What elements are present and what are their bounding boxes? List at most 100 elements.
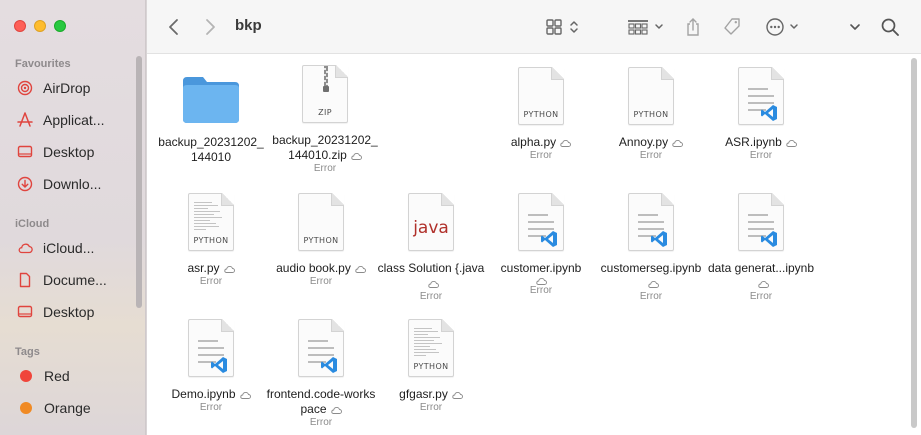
orange-tag-icon: [20, 402, 32, 414]
sidebar-item-tag-red[interactable]: Red: [16, 365, 140, 387]
file-item[interactable]: PYTHON alpha.py Error: [486, 67, 596, 162]
file-name: gfgasr.py: [376, 387, 486, 402]
sidebar-scrollbar[interactable]: [136, 56, 142, 308]
back-button[interactable]: [167, 16, 181, 38]
sidebar-item-airdrop[interactable]: AirDrop: [16, 77, 140, 99]
sidebar-item-tag-orange[interactable]: Orange: [16, 397, 140, 419]
file-item[interactable]: PYTHON audio book.py Error: [266, 193, 376, 288]
file-status: Error: [309, 417, 333, 428]
file-item[interactable]: customerseg.ipynb Error: [596, 193, 706, 303]
cloud-icon: [452, 391, 463, 399]
window-title: bkp: [235, 17, 262, 34]
file-item[interactable]: PYTHON asr.py Error: [156, 193, 266, 288]
sidebar-item-downloads[interactable]: Downlo...: [16, 173, 140, 195]
file-name: audio book.py: [266, 261, 376, 276]
view-mode-button[interactable]: [545, 16, 580, 38]
chevron-down-icon: [655, 24, 663, 29]
chevron-down-icon: [850, 24, 860, 30]
file-status: Error: [199, 276, 223, 287]
sidebar-item-label: AirDrop: [43, 80, 91, 96]
sidebar-item-label: Docume...: [43, 272, 107, 288]
cloud-icon: [560, 139, 572, 147]
vscode-icon: [211, 357, 227, 373]
python-file-icon: PYTHON: [401, 319, 461, 381]
file-name: backup_20231202_144010.zip: [272, 133, 378, 162]
file-type-label: PYTHON: [303, 236, 339, 245]
file-name: backup_20231202_144010: [158, 135, 264, 164]
applications-icon: [16, 111, 34, 129]
file-name: class Solution {.java: [376, 261, 486, 291]
cloud-icon: [786, 139, 797, 147]
sidebar-item-label: Desktop: [43, 304, 95, 320]
python-file-icon: PYTHON: [181, 193, 241, 255]
sidebar-item-applications[interactable]: Applicat...: [16, 109, 140, 131]
file-item[interactable]: data generat...ipynb Error: [706, 193, 816, 303]
file-status: Error: [529, 285, 553, 296]
file-status: Error: [309, 276, 333, 287]
forward-button[interactable]: [203, 16, 217, 38]
file-type-label: java: [413, 218, 449, 238]
chevron-left-icon: [169, 19, 178, 35]
python-file-icon: PYTHON: [621, 67, 681, 129]
file-item[interactable]: frontend.code-workspace Error: [266, 319, 376, 429]
more-actions-button[interactable]: [765, 16, 800, 38]
file-item[interactable]: ASR.ipynb Error: [706, 67, 816, 162]
file-grid: backup_20231202_144010 ZIP backup_202312…: [147, 55, 921, 435]
sidebar-item-label: Red: [44, 368, 70, 384]
file-item[interactable]: backup_20231202_144010: [156, 67, 266, 165]
file-status: Error: [419, 402, 443, 413]
file-item[interactable]: Demo.ipynb Error: [156, 319, 266, 414]
sidebar-item-desktop[interactable]: Desktop: [16, 141, 140, 163]
file-name: frontend.code-workspace: [266, 387, 376, 416]
minimize-window-button[interactable]: [34, 20, 46, 32]
sidebar-item-icloud-drive[interactable]: iCloud...: [16, 237, 140, 259]
file-status: Error: [749, 150, 773, 161]
file-item[interactable]: java class Solution {.java Error: [376, 193, 486, 303]
cloud-icon: [351, 152, 362, 160]
group-button[interactable]: [627, 16, 665, 38]
cloud-icon: [672, 139, 684, 147]
content-scrollbar[interactable]: [911, 58, 917, 428]
share-button[interactable]: [684, 16, 702, 38]
window-controls: [14, 20, 66, 32]
search-button[interactable]: [880, 16, 900, 38]
file-status: Error: [639, 150, 663, 161]
notebook-file-icon: [731, 67, 791, 129]
python-file-icon: PYTHON: [291, 193, 351, 255]
sidebar-item-label: Applicat...: [43, 112, 105, 128]
file-name: ASR.ipynb: [706, 135, 816, 150]
cloud-icon: [757, 280, 769, 288]
cloud-icon: [239, 391, 251, 399]
vscode-icon: [541, 231, 557, 247]
sidebar: Favourites AirDrop Applicat... Desktop D…: [0, 0, 146, 435]
icloud-heading: iCloud: [15, 218, 50, 230]
file-status: Error: [749, 291, 773, 302]
toolbar-overflow-button[interactable]: [849, 16, 861, 38]
vscode-icon: [651, 231, 667, 247]
sidebar-item-label: iCloud...: [43, 240, 95, 256]
search-icon: [881, 18, 899, 36]
vscode-icon: [761, 105, 777, 121]
folder-icon: [181, 67, 241, 129]
sidebar-item-icloud-desktop[interactable]: Desktop: [16, 301, 140, 323]
zoom-window-button[interactable]: [54, 20, 66, 32]
chevron-down-icon: [790, 24, 798, 29]
icon-view-icon: [546, 19, 562, 35]
share-icon: [687, 18, 699, 36]
tags-button[interactable]: [722, 16, 742, 38]
notebook-file-icon: [181, 319, 241, 381]
file-name: customerseg.ipynb: [596, 261, 706, 291]
sidebar-item-documents[interactable]: Docume...: [16, 269, 140, 291]
cloud-icon: [427, 280, 439, 288]
group-icon: [628, 20, 648, 35]
file-item[interactable]: customer.ipynb Error: [486, 193, 596, 297]
cloud-icon: [536, 278, 547, 285]
cloud-icon: [223, 265, 235, 273]
notebook-file-icon: [621, 193, 681, 255]
close-window-button[interactable]: [14, 20, 26, 32]
file-item[interactable]: PYTHON Annoy.py Error: [596, 67, 706, 162]
file-item[interactable]: ZIP backup_20231202_144010.zip Error: [270, 65, 380, 175]
file-status: Error: [639, 291, 663, 302]
vscode-icon: [321, 357, 337, 373]
file-item[interactable]: PYTHON gfgasr.py Error: [376, 319, 486, 414]
